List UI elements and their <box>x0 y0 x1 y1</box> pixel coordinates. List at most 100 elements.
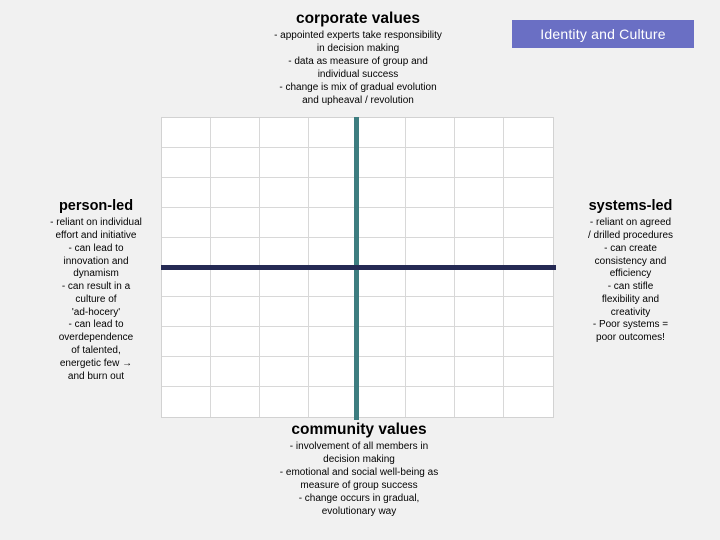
matrix-cell <box>504 118 553 148</box>
matrix-cell <box>162 148 211 178</box>
matrix-cell <box>211 208 260 238</box>
matrix-cell <box>455 118 504 148</box>
text-line: creativity <box>563 307 698 320</box>
text-line: culture of <box>32 294 160 307</box>
matrix-cell <box>309 178 358 208</box>
matrix-cell <box>260 208 309 238</box>
matrix-cell <box>406 208 455 238</box>
matrix-cell <box>406 238 455 268</box>
matrix-cell <box>406 357 455 387</box>
quadrant-body-left: - reliant on individualeffort and initia… <box>32 217 160 383</box>
matrix-cell <box>455 238 504 268</box>
text-line: measure of group success <box>228 480 490 493</box>
matrix-cell <box>211 357 260 387</box>
text-line: individual success <box>230 69 486 82</box>
matrix-cell <box>358 148 407 178</box>
matrix-cell <box>358 297 407 327</box>
quadrant-title-left: person-led <box>32 198 160 215</box>
text-line: efficiency <box>563 268 698 281</box>
quadrant-title-right: systems-led <box>563 198 698 215</box>
matrix-cell <box>406 387 455 417</box>
text-line: - appointed experts take responsibility <box>230 30 486 43</box>
matrix-cell <box>260 267 309 297</box>
identity-and-culture-badge: Identity and Culture <box>512 20 694 48</box>
matrix-cell <box>162 238 211 268</box>
text-line: - can lead to <box>32 319 160 332</box>
text-line: - Poor systems = <box>563 319 698 332</box>
text-line: 'ad-hocery' <box>32 307 160 320</box>
quadrant-title-bottom: community values <box>228 421 490 439</box>
matrix-cell <box>211 387 260 417</box>
matrix-cell <box>504 238 553 268</box>
matrix-cell <box>309 297 358 327</box>
matrix-cell <box>406 327 455 357</box>
matrix-cell <box>504 327 553 357</box>
text-line: - change is mix of gradual evolution <box>230 82 486 95</box>
matrix-cell <box>162 357 211 387</box>
badge-label: Identity and Culture <box>540 26 665 42</box>
matrix-cell <box>211 267 260 297</box>
matrix-cell <box>211 178 260 208</box>
matrix-cell <box>406 297 455 327</box>
text-line: overdependence <box>32 332 160 345</box>
matrix-cell <box>358 118 407 148</box>
matrix-cell <box>504 357 553 387</box>
matrix-cell <box>504 148 553 178</box>
quadrant-label-left: person-led - reliant on individualeffort… <box>32 198 160 383</box>
matrix-cell <box>455 178 504 208</box>
text-line: energetic few → <box>32 358 160 371</box>
matrix-cell <box>358 357 407 387</box>
text-line: - can lead to <box>32 243 160 256</box>
matrix-cell <box>260 297 309 327</box>
text-line: - involvement of all members in <box>228 441 490 454</box>
matrix-cell <box>162 297 211 327</box>
text-line: flexibility and <box>563 294 698 307</box>
matrix-cell <box>504 178 553 208</box>
matrix-cell <box>260 148 309 178</box>
text-line: decision making <box>228 454 490 467</box>
matrix-cell <box>406 267 455 297</box>
matrix-cell <box>358 327 407 357</box>
matrix-cell <box>455 208 504 238</box>
matrix-cell <box>309 118 358 148</box>
matrix-cell <box>162 267 211 297</box>
matrix-cell <box>309 267 358 297</box>
text-line: dynamism <box>32 268 160 281</box>
text-line: - reliant on agreed <box>563 217 698 230</box>
text-line: - change occurs in gradual, <box>228 493 490 506</box>
matrix-cell <box>162 387 211 417</box>
matrix-cell <box>211 238 260 268</box>
quadrant-body-right: - reliant on agreed/ drilled procedures-… <box>563 217 698 345</box>
text-line: poor outcomes! <box>563 332 698 345</box>
matrix-cell <box>162 118 211 148</box>
text-line: - can stifle <box>563 281 698 294</box>
matrix-cell <box>309 357 358 387</box>
text-line: evolutionary way <box>228 506 490 519</box>
matrix-cell <box>211 297 260 327</box>
matrix-cell <box>504 267 553 297</box>
matrix-cell <box>309 148 358 178</box>
matrix-cell <box>211 118 260 148</box>
matrix-cell <box>406 118 455 148</box>
quadrant-body-bottom: - involvement of all members indecision … <box>228 441 490 518</box>
matrix-cell <box>260 327 309 357</box>
matrix-cell <box>358 267 407 297</box>
text-line: - data as measure of group and <box>230 56 486 69</box>
text-line: and upheaval / revolution <box>230 95 486 108</box>
matrix-cell <box>309 387 358 417</box>
text-line: - can create <box>563 243 698 256</box>
matrix-cell <box>260 357 309 387</box>
matrix-cell <box>211 327 260 357</box>
matrix-cell <box>358 238 407 268</box>
quadrant-body-top: - appointed experts take responsibilityi… <box>230 30 486 107</box>
text-line: / drilled procedures <box>563 230 698 243</box>
text-line: of talented, <box>32 345 160 358</box>
matrix-cell <box>260 238 309 268</box>
quadrant-label-right: systems-led - reliant on agreed/ drilled… <box>563 198 698 345</box>
text-line: in decision making <box>230 43 486 56</box>
text-line: and burn out <box>32 371 160 384</box>
horizontal-axis <box>161 265 556 270</box>
matrix-cell <box>260 118 309 148</box>
matrix-cell <box>504 208 553 238</box>
matrix-cell <box>455 327 504 357</box>
